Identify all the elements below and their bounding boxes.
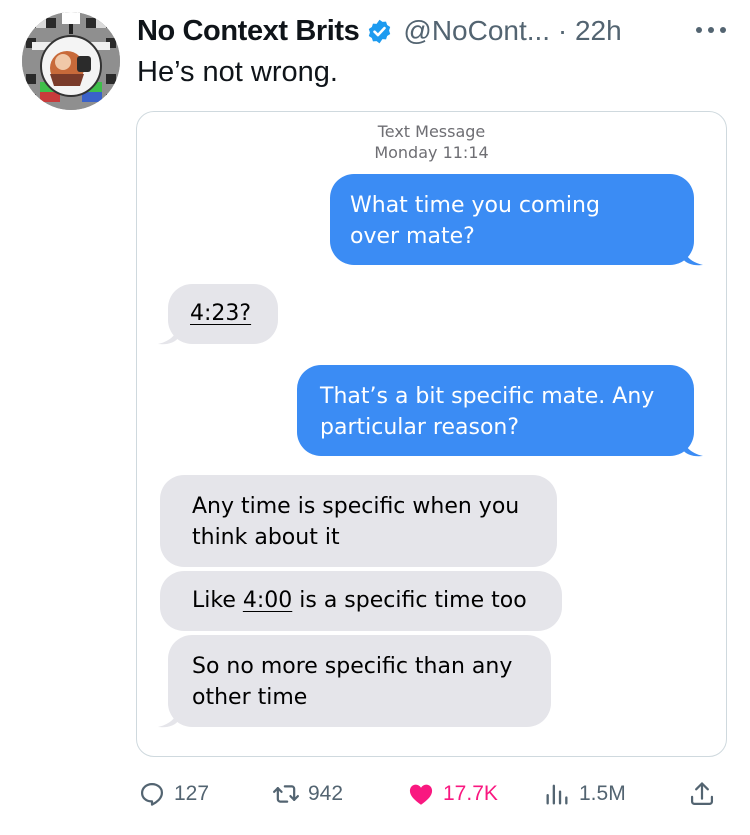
reply-icon (140, 782, 164, 806)
message-service-label: Text Message (377, 122, 486, 141)
message-bubble-received: 4:23? (168, 284, 278, 344)
view-count: 1.5M (579, 782, 626, 805)
handle-and-timestamp[interactable]: @NoCont... · 22h (403, 15, 621, 47)
views-chart-icon (546, 784, 568, 805)
share-button[interactable] (688, 780, 716, 808)
message-timestamp: Monday 11:14 (374, 143, 489, 162)
reply-button[interactable]: 127 (138, 780, 209, 808)
message-bubble-sent: That’s a bit specific mate. Any particul… (297, 365, 694, 456)
repost-button[interactable]: 942 (272, 780, 343, 808)
repost-count: 942 (308, 782, 344, 805)
avatar[interactable] (22, 12, 120, 110)
message-bubble-received: Like 4:00 is a specific time too (160, 571, 562, 631)
tweet-text: He’s not wrong. (137, 56, 338, 88)
tweet-image[interactable]: Text Message Monday 11:14 What time you … (136, 111, 727, 757)
message-text: What time you coming over mate? (350, 193, 600, 249)
message-text-prefix: Like (192, 588, 243, 613)
message-text: That’s a bit specific mate. Any particul… (320, 384, 655, 440)
tweet-header: No Context Brits @NoCont... · 22h (137, 12, 622, 50)
bubble-tail (682, 245, 703, 266)
bubble-tail (158, 324, 179, 345)
author-name[interactable]: No Context Brits (137, 15, 360, 48)
verified-badge-icon (369, 19, 391, 43)
time-link[interactable]: 4:00 (243, 588, 292, 613)
heart-icon (409, 784, 433, 805)
message-bubble-sent: What time you coming over mate? (330, 174, 694, 265)
more-options-icon[interactable] (692, 18, 730, 42)
tweet-actions: 127 942 17.7K 1.5M (0, 772, 750, 816)
message-text: 4:23? (190, 301, 252, 326)
views-button[interactable]: 1.5M (543, 780, 626, 808)
message-text: Any time is specific when you think abou… (192, 494, 520, 550)
like-count: 17.7K (443, 782, 498, 805)
like-button[interactable]: 17.7K (407, 780, 498, 808)
bubble-tail (682, 436, 703, 457)
message-bubble-received: So no more specific than any other time (168, 635, 551, 727)
message-bubble-received: Any time is specific when you think abou… (160, 475, 557, 567)
reply-count: 127 (174, 782, 210, 805)
message-text: So no more specific than any other time (192, 654, 513, 710)
bubble-tail (158, 707, 179, 728)
avatar-image (22, 12, 120, 110)
message-text-suffix: is a specific time too (292, 588, 527, 613)
share-icon (690, 782, 714, 806)
repost-icon (272, 785, 300, 803)
